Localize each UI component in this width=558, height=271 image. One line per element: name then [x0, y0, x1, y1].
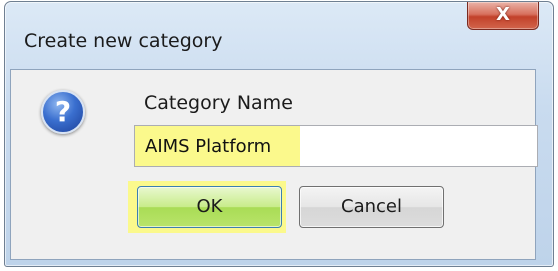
category-name-input[interactable]: AIMS Platform — [134, 125, 538, 167]
ok-button[interactable]: OK — [137, 186, 282, 228]
close-button[interactable]: X — [467, 2, 539, 30]
question-icon: ? — [41, 90, 85, 134]
question-glyph: ? — [54, 95, 72, 128]
close-icon: X — [496, 4, 510, 25]
cancel-button[interactable]: Cancel — [299, 186, 444, 228]
category-name-label: Category Name — [144, 92, 293, 114]
category-name-value: AIMS Platform — [145, 136, 272, 157]
window-title: Create new category — [24, 30, 223, 52]
